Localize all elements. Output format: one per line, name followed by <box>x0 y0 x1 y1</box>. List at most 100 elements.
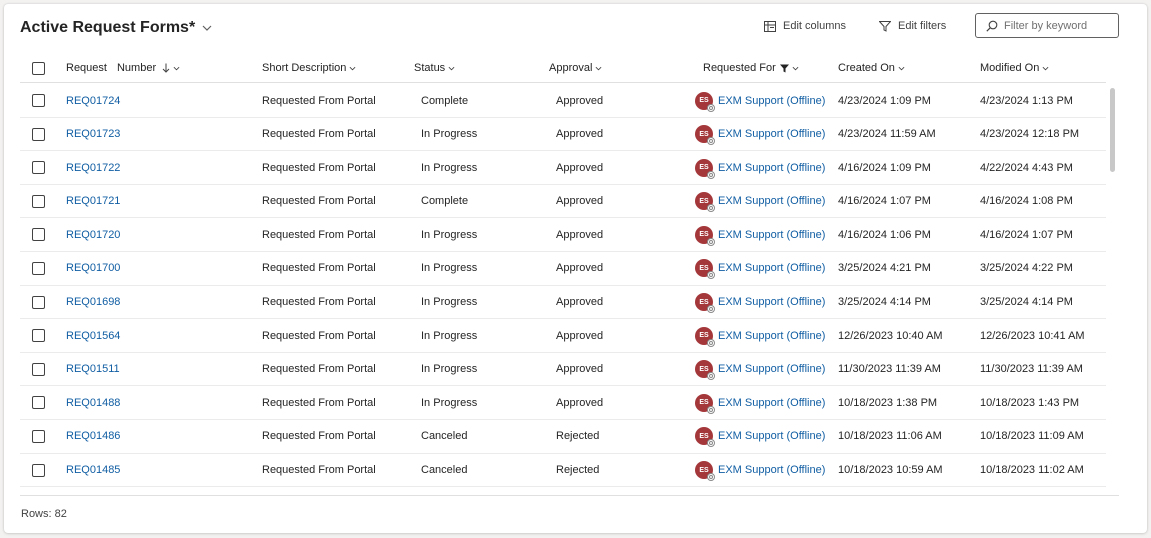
requested-for-cell[interactable]: ES EXM Support (Offline) <box>695 151 825 184</box>
search-input[interactable] <box>1004 19 1114 32</box>
select-all-checkbox[interactable] <box>32 62 45 75</box>
table-row[interactable]: REQ01486 Requested From Portal Canceled … <box>20 420 1106 454</box>
request-number-link[interactable]: REQ01698 <box>66 286 120 319</box>
request-number-link[interactable]: REQ01486 <box>66 420 120 453</box>
row-checkbox[interactable] <box>32 228 45 242</box>
avatar: ES <box>695 427 715 448</box>
created-on-cell: 10/18/2023 10:59 AM <box>838 464 943 477</box>
table-row[interactable]: REQ01698 Requested From Portal In Progre… <box>20 286 1106 320</box>
request-number-link[interactable]: REQ01721 <box>66 185 120 218</box>
request-number-link[interactable]: REQ01564 <box>66 319 120 352</box>
requested-for-cell[interactable]: ES EXM Support (Offline) <box>695 185 825 218</box>
modified-on-cell: 4/16/2024 1:07 PM <box>980 228 1073 241</box>
edit-columns-button[interactable]: Edit columns <box>764 20 846 32</box>
requested-for-cell[interactable]: ES EXM Support (Offline) <box>695 218 825 251</box>
view-title: Active Request Forms* <box>20 19 196 36</box>
requested-for-link[interactable]: EXM Support (Offline) <box>718 464 825 476</box>
column-header-short-description[interactable]: Short Description <box>262 54 356 82</box>
table-row[interactable]: REQ01511 Requested From Portal In Progre… <box>20 353 1106 387</box>
requested-for-cell[interactable]: ES EXM Support (Offline) <box>695 118 825 151</box>
column-header-approval[interactable]: Approval <box>549 54 602 82</box>
edit-filters-button[interactable]: Edit filters <box>879 20 946 32</box>
table-row[interactable]: REQ01700 Requested From Portal In Progre… <box>20 252 1106 286</box>
request-number-link[interactable]: REQ01720 <box>66 218 120 251</box>
avatar-initials: ES <box>699 365 709 373</box>
table-row[interactable]: REQ01488 Requested From Portal In Progre… <box>20 386 1106 420</box>
edit-columns-label: Edit columns <box>783 20 846 32</box>
requested-for-cell[interactable]: ES EXM Support (Offline) <box>695 454 825 487</box>
column-header-status[interactable]: Status <box>414 54 455 82</box>
requested-for-link[interactable]: EXM Support (Offline) <box>718 128 825 140</box>
row-checkbox[interactable] <box>32 329 45 343</box>
requested-for-link[interactable]: EXM Support (Offline) <box>718 262 825 274</box>
chevron-down-icon <box>792 66 799 70</box>
column-header-requested-for[interactable]: Requested For <box>703 54 799 82</box>
request-number-link[interactable]: REQ01511 <box>66 353 120 386</box>
request-number-link[interactable]: REQ01700 <box>66 252 120 285</box>
requested-for-link[interactable]: EXM Support (Offline) <box>718 162 825 174</box>
requested-for-cell[interactable]: ES EXM Support (Offline) <box>695 286 825 319</box>
keyword-search-box[interactable] <box>975 13 1119 38</box>
column-header-created-on[interactable]: Created On <box>838 54 905 82</box>
chevron-down-icon <box>349 66 356 70</box>
requested-for-cell[interactable]: ES EXM Support (Offline) <box>695 420 825 453</box>
status-cell: In Progress <box>421 128 478 141</box>
row-checkbox[interactable] <box>32 194 45 208</box>
table-row[interactable]: REQ01721 Requested From Portal Complete … <box>20 185 1106 219</box>
row-checkbox[interactable] <box>32 463 45 477</box>
status-cell: In Progress <box>421 363 478 376</box>
requested-for-cell[interactable]: ES EXM Support (Offline) <box>695 84 825 117</box>
requested-for-cell[interactable]: ES EXM Support (Offline) <box>695 386 825 419</box>
row-checkbox[interactable] <box>32 127 45 141</box>
request-number-link[interactable]: REQ01722 <box>66 151 120 184</box>
request-number-link[interactable]: REQ01724 <box>66 84 120 117</box>
row-checkbox[interactable] <box>32 161 45 175</box>
view-selector[interactable]: Active Request Forms* <box>20 19 213 37</box>
chevron-down-icon <box>202 25 212 31</box>
requested-for-cell[interactable]: ES EXM Support (Offline) <box>695 353 825 386</box>
status-cell: Complete <box>421 195 469 208</box>
chevron-down-icon <box>448 66 455 70</box>
table-row[interactable]: REQ01723 Requested From Portal In Progre… <box>20 118 1106 152</box>
request-number-link[interactable]: REQ01488 <box>66 386 120 419</box>
table-row[interactable]: REQ01564 Requested From Portal In Progre… <box>20 319 1106 353</box>
grid-header: Request Number Short Description Status … <box>20 54 1106 83</box>
requested-for-link[interactable]: EXM Support (Offline) <box>718 397 825 409</box>
status-cell: Canceled <box>421 430 468 443</box>
avatar-initials: ES <box>699 466 709 474</box>
requested-for-link[interactable]: EXM Support (Offline) <box>718 296 825 308</box>
column-header-modified-on[interactable]: Modified On <box>980 54 1049 82</box>
modified-on-cell: 4/16/2024 1:08 PM <box>980 195 1073 208</box>
row-checkbox[interactable] <box>32 362 45 376</box>
requested-for-link[interactable]: EXM Support (Offline) <box>718 430 825 442</box>
requested-for-cell[interactable]: ES EXM Support (Offline) <box>695 319 825 352</box>
column-header-number[interactable]: Request Number <box>66 54 180 82</box>
table-row[interactable]: REQ01720 Requested From Portal In Progre… <box>20 218 1106 252</box>
avatar-initials: ES <box>699 197 709 205</box>
chevron-down-icon <box>595 66 602 70</box>
table-row[interactable]: REQ01485 Requested From Portal Canceled … <box>20 454 1106 488</box>
row-checkbox[interactable] <box>32 261 45 275</box>
vertical-scrollbar[interactable] <box>1110 88 1115 172</box>
requested-for-link[interactable]: EXM Support (Offline) <box>718 195 825 207</box>
request-number-link[interactable]: REQ01723 <box>66 118 120 151</box>
requested-for-link[interactable]: EXM Support (Offline) <box>718 95 825 107</box>
approval-cell: Approved <box>556 363 604 376</box>
short-description-cell: Requested From Portal <box>262 363 376 376</box>
modified-on-cell: 11/30/2023 11:39 AM <box>980 363 1083 376</box>
row-checkbox[interactable] <box>32 429 45 443</box>
requested-for-link[interactable]: EXM Support (Offline) <box>718 363 825 375</box>
row-checkbox[interactable] <box>32 295 45 309</box>
request-number-link[interactable]: REQ01485 <box>66 454 120 487</box>
requested-for-link[interactable]: EXM Support (Offline) <box>718 330 825 342</box>
row-checkbox[interactable] <box>32 396 45 410</box>
approval-cell: Approved <box>556 128 604 141</box>
table-row[interactable]: REQ01722 Requested From Portal In Progre… <box>20 151 1106 185</box>
requested-for-cell[interactable]: ES EXM Support (Offline) <box>695 252 825 285</box>
requested-for-link[interactable]: EXM Support (Offline) <box>718 229 825 241</box>
table-row[interactable]: REQ01724 Requested From Portal Complete … <box>20 84 1106 118</box>
avatar: ES <box>695 461 715 482</box>
offline-presence-icon <box>707 137 715 146</box>
offline-presence-icon <box>707 103 715 112</box>
row-checkbox[interactable] <box>32 94 45 107</box>
